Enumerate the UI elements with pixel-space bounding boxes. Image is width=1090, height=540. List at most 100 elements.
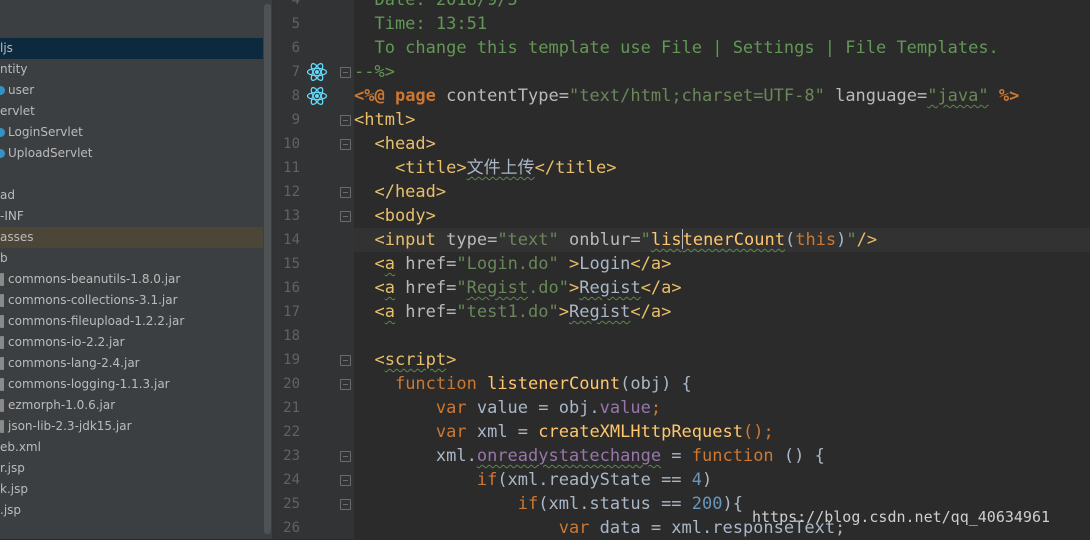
code-line[interactable]: <a href="Regist.do">Regist</a> <box>354 276 681 300</box>
tree-item-label: ljs <box>0 41 13 55</box>
tree-item[interactable]: commons-fileupload-1.2.2.jar <box>0 311 263 332</box>
react-icon[interactable] <box>306 85 328 107</box>
line-number: 10 <box>283 136 300 152</box>
line-number: 19 <box>283 352 300 368</box>
code-line[interactable]: Time: 13:51 <box>354 12 487 36</box>
tree-item[interactable]: ezmorph-1.0.6.jar <box>0 395 263 416</box>
fold-toggle-icon[interactable] <box>340 187 351 198</box>
line-number: 12 <box>283 184 300 200</box>
code-token: > <box>558 302 569 322</box>
line-number: 17 <box>283 304 300 320</box>
tree-item[interactable]: ervlet <box>0 101 263 122</box>
code-token: value = obj. <box>476 398 600 418</box>
code-token: page <box>394 86 447 106</box>
tree-item[interactable]: .jsp <box>0 500 263 521</box>
code-token: Regist <box>579 278 641 298</box>
code-token: 4 <box>691 470 703 490</box>
code-line[interactable]: </head> <box>354 180 446 204</box>
code-line[interactable]: Date: 2018/9/5 <box>354 0 517 12</box>
tree-item[interactable]: eb.xml <box>0 437 263 458</box>
line-number: 18 <box>283 328 300 344</box>
code-token: xml = <box>476 422 539 442</box>
code-token: "java" <box>927 86 989 106</box>
fold-toggle-icon[interactable] <box>340 211 351 222</box>
tree-item[interactable] <box>0 164 263 185</box>
fold-toggle-icon[interactable] <box>340 475 351 486</box>
fold-toggle-icon[interactable] <box>340 115 351 126</box>
code-token: (obj) { <box>620 374 692 394</box>
code-token: () { <box>783 446 825 466</box>
code-line[interactable]: <%@ page contentType="text/html;charset=… <box>354 84 1019 108</box>
tree-item-label: r.jsp <box>0 461 25 475</box>
tree-item[interactable]: commons-collections-3.1.jar <box>0 290 263 311</box>
code-token: </title> <box>534 158 617 178</box>
code-token: value <box>599 398 651 418</box>
tree-item-label: commons-fileupload-1.2.2.jar <box>8 314 185 328</box>
code-line[interactable]: <script> <box>354 348 456 372</box>
code-line[interactable]: var xml = createXMLHttpRequest(); <box>354 420 774 444</box>
code-line[interactable]: --%> <box>354 60 395 84</box>
code-line[interactable]: <a href="Login.do" >Login</a> <box>354 252 671 276</box>
project-tree-scrollbar-thumb[interactable] <box>264 4 271 534</box>
line-number: 14 <box>283 232 300 248</box>
tree-item-label: ntity <box>0 62 28 76</box>
code-token: type= <box>446 230 498 250</box>
tree-item[interactable]: ljs <box>0 38 263 59</box>
tree-item[interactable]: k.jsp <box>0 479 263 500</box>
project-tree-panel[interactable]: ljs ntity user ervlet LoginServlet UploadServ… <box>0 0 263 539</box>
code-line[interactable]: <title>文件上传</title> <box>354 156 617 180</box>
tree-item[interactable]: UploadServlet <box>0 143 263 164</box>
code-editor[interactable]: Date: 2018/9/5 Time: 13:51 To change thi… <box>354 0 1090 539</box>
code-token: --%> <box>354 62 395 82</box>
fold-toggle-icon[interactable] <box>340 67 351 78</box>
fold-toggle-icon[interactable] <box>340 355 351 366</box>
code-line[interactable]: function listenerCount(obj) { <box>354 372 692 396</box>
tree-item[interactable]: b <box>0 248 263 269</box>
code-token: < <box>354 278 385 298</box>
code-token: lis <box>650 230 682 250</box>
tree-item[interactable]: ad <box>0 185 263 206</box>
code-line[interactable]: var value = obj.value; <box>354 396 661 420</box>
fold-toggle-icon[interactable] <box>340 379 351 390</box>
code-line[interactable]: <input type="text" onblur="listenerCount… <box>354 228 877 252</box>
line-number: 13 <box>283 208 300 224</box>
fold-toggle-icon[interactable] <box>340 139 351 150</box>
tree-item[interactable]: LoginServlet <box>0 122 263 143</box>
tree-item-label: asses <box>0 230 34 244</box>
code-line[interactable]: if(xml.status == 200){ <box>354 492 743 516</box>
fold-toggle-icon[interactable] <box>340 499 351 510</box>
react-icon[interactable] <box>306 61 328 83</box>
tree-item-label: .jsp <box>0 503 22 517</box>
code-token: var <box>435 398 477 418</box>
code-line[interactable]: <body> <box>354 204 435 228</box>
code-line[interactable]: To change this template use File | Setti… <box>354 36 998 60</box>
code-line[interactable]: <html> <box>354 108 415 132</box>
code-token: "text/html;charset=UTF-8" <box>568 86 825 106</box>
line-number: 11 <box>283 160 300 176</box>
code-line[interactable]: xml.onreadystatechange = function () { <box>354 444 825 468</box>
code-token: if <box>517 494 539 514</box>
tree-item[interactable]: commons-io-2.2.jar <box>0 332 263 353</box>
code-token: a <box>384 278 395 298</box>
tree-item[interactable]: r.jsp <box>0 458 263 479</box>
tree-item[interactable]: commons-logging-1.1.3.jar <box>0 374 263 395</box>
tree-item[interactable]: ntity <box>0 59 263 80</box>
code-token: .do" <box>528 278 570 298</box>
code-line[interactable]: if(xml.readyState == 4) <box>354 468 712 492</box>
tree-item[interactable]: user <box>0 80 263 101</box>
code-token: <html> <box>354 110 416 130</box>
line-number: 16 <box>283 280 300 296</box>
tree-item[interactable]: json-lib-2.3-jdk15.jar <box>0 416 263 437</box>
code-line[interactable]: <head> <box>354 132 435 156</box>
tree-item[interactable]: asses <box>0 227 263 248</box>
tree-item[interactable]: commons-beanutils-1.8.0.jar <box>0 269 263 290</box>
tree-item[interactable]: commons-lang-2.4.jar <box>0 353 263 374</box>
tree-item-label: commons-io-2.2.jar <box>8 335 125 349</box>
code-token: language= <box>824 86 928 106</box>
fold-toggle-icon[interactable] <box>340 451 351 462</box>
tree-item[interactable]: -INF <box>0 206 263 227</box>
code-line[interactable]: <a href="test1.do">Regist</a> <box>354 300 671 324</box>
code-token: onblur= <box>558 230 641 250</box>
